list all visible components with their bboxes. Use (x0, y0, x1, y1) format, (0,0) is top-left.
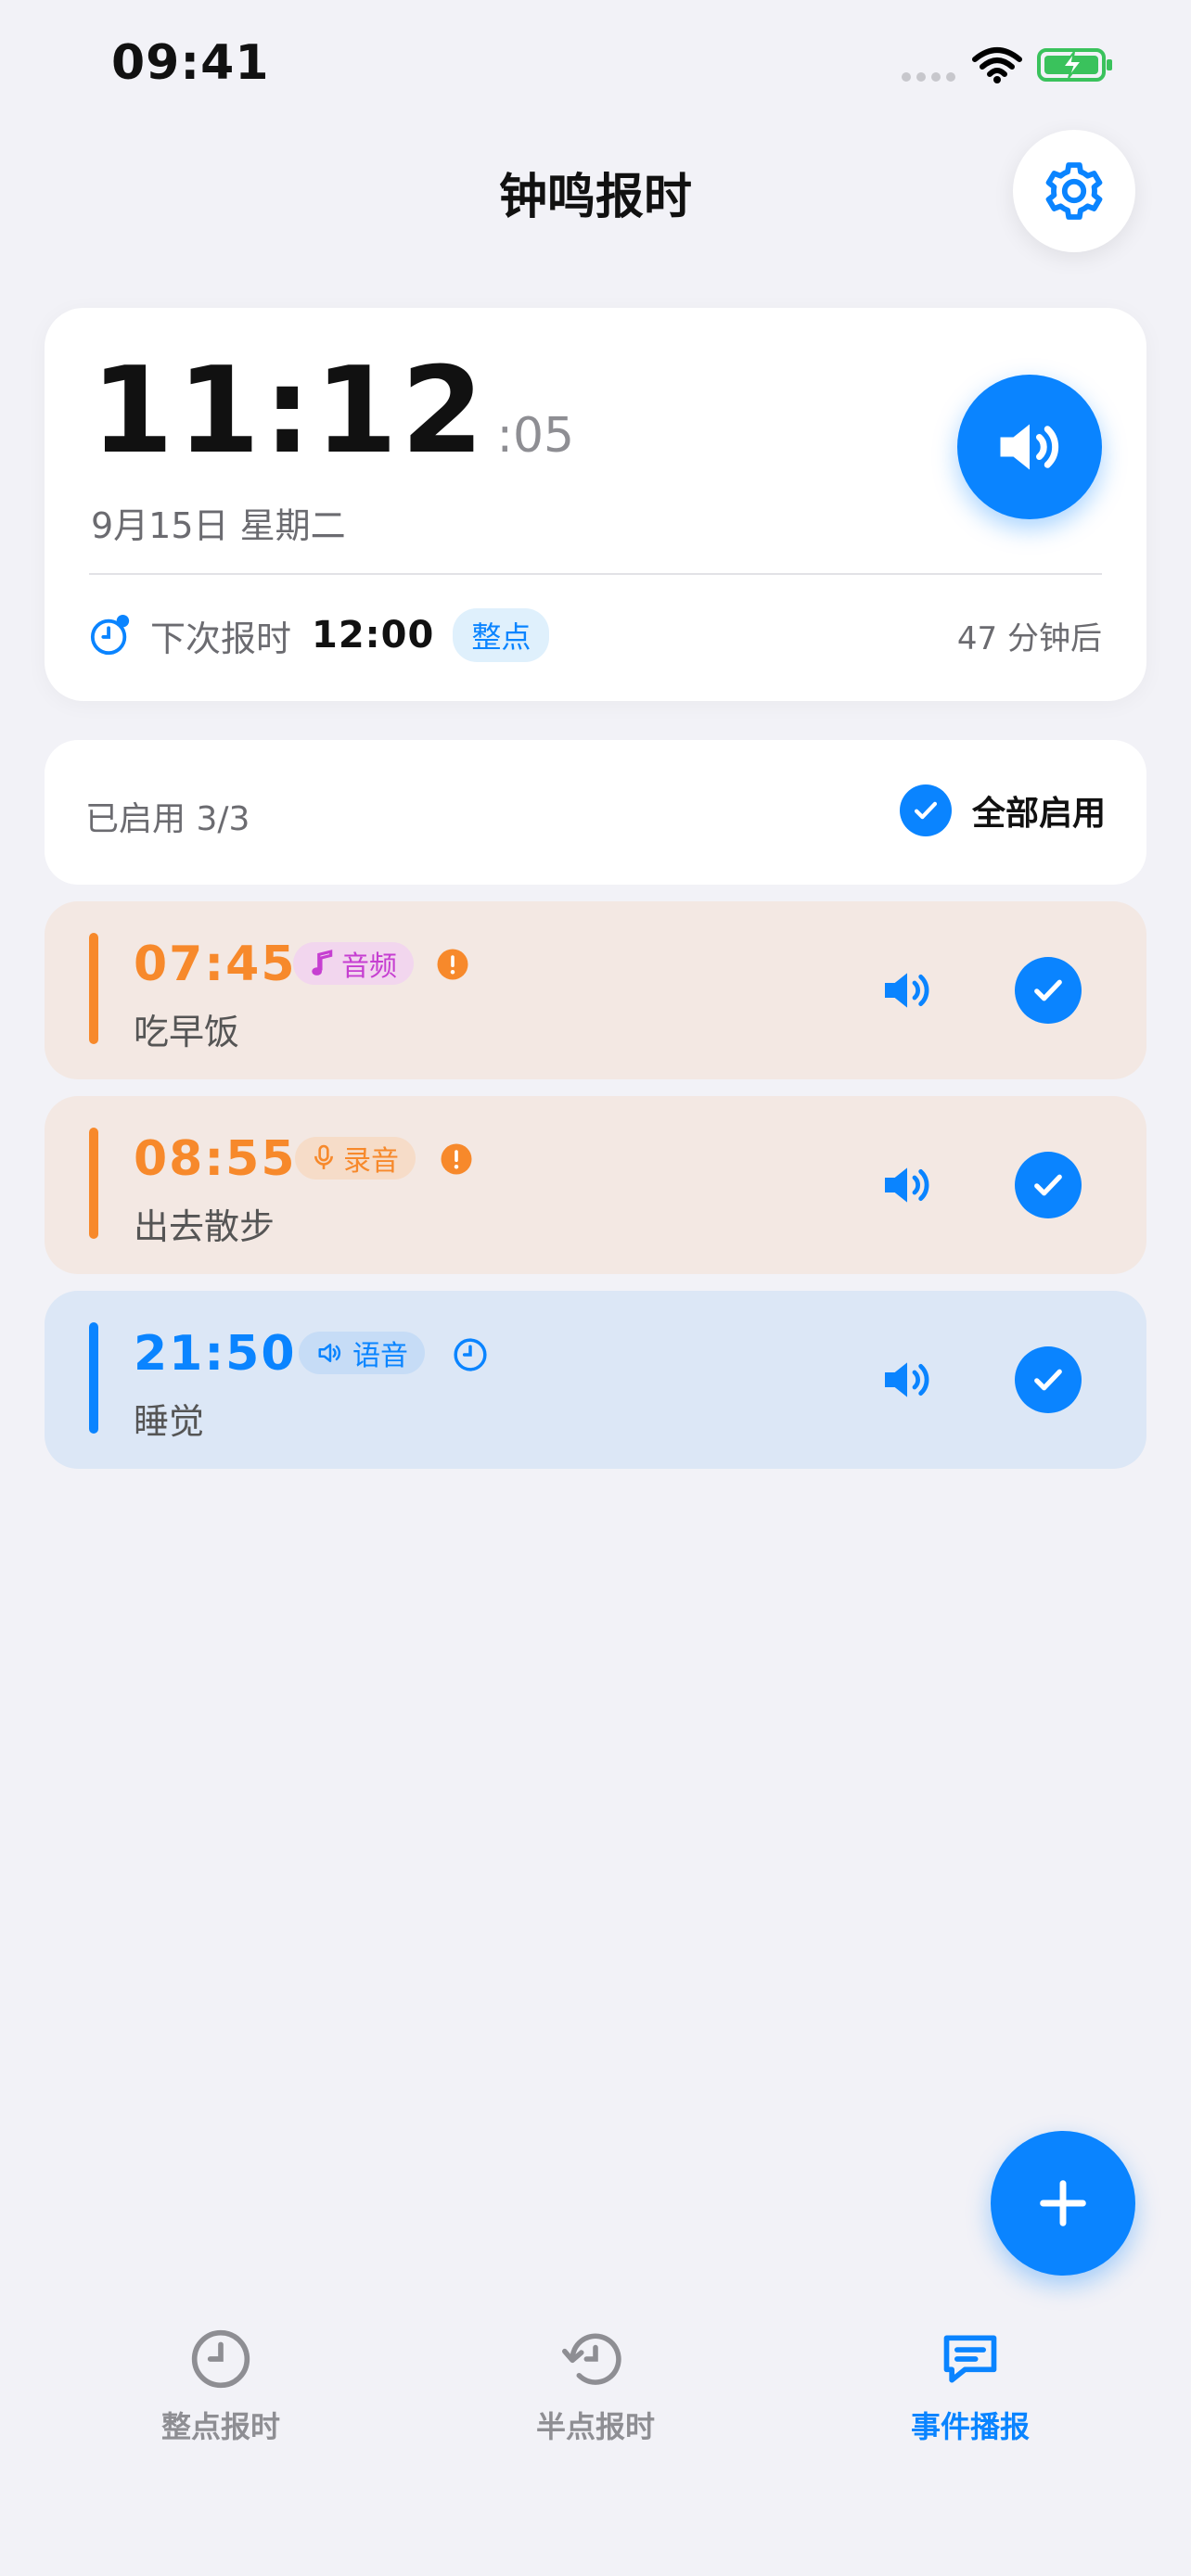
event-time: 07:45 (134, 937, 297, 992)
wifi-icon (972, 47, 1022, 83)
divider (89, 573, 1102, 575)
event-type-label: 语音 (352, 1340, 408, 1372)
tab-label: 事件播报 (910, 2409, 1030, 2444)
event-enabled-checkbox[interactable] (1015, 1152, 1082, 1218)
history-icon (562, 2333, 621, 2385)
tab-bar: 整点报时 半点报时 事件播报 (0, 2327, 1191, 2513)
check-icon (899, 784, 952, 836)
event-time: 08:55 (134, 1131, 297, 1187)
clock-hours-minutes: 11:12 (91, 342, 488, 480)
status-time: 09:41 (111, 35, 270, 91)
event-type-tag: 音频 (293, 942, 414, 985)
current-time: 11:12 :05 (91, 352, 574, 471)
event-type-tag: 录音 (295, 1137, 416, 1180)
event-enabled-checkbox[interactable] (1015, 957, 1082, 1024)
message-icon (943, 2335, 997, 2383)
enabled-count: 已启用 3/3 (85, 800, 250, 838)
event-color-bar (89, 1322, 98, 1434)
event-label: 睡觉 (134, 1401, 205, 1442)
speak-now-button[interactable] (957, 375, 1102, 519)
clock-icon (191, 2329, 250, 2389)
clock-icon (454, 1338, 487, 1371)
enable-all-label: 全部启用 (971, 795, 1106, 833)
music-note-icon (312, 950, 333, 976)
speaker-icon[interactable] (877, 1350, 937, 1409)
tab-events[interactable]: 事件播报 (831, 2327, 1109, 2446)
event-item[interactable]: 21:50 语音 睡觉 (45, 1291, 1146, 1469)
event-label: 吃早饭 (134, 1012, 240, 1052)
tab-half-hour[interactable]: 半点报时 (456, 2327, 735, 2446)
settings-button[interactable] (1013, 130, 1135, 252)
event-time: 21:50 (134, 1326, 297, 1382)
check-icon (1034, 1174, 1062, 1196)
alarm-clock-icon (90, 614, 130, 656)
event-type-tag: 语音 (299, 1332, 425, 1374)
warning-icon (441, 1143, 472, 1175)
add-event-button[interactable] (991, 2131, 1135, 2276)
gear-icon (1045, 162, 1103, 220)
clock-seconds: :05 (496, 408, 575, 464)
speaker-icon[interactable] (877, 961, 937, 1020)
next-label: 下次报时 (150, 618, 292, 659)
enable-all-toggle[interactable]: 全部启用 (899, 784, 1106, 836)
status-bar: 09:41 (0, 0, 1191, 130)
tab-label: 半点报时 (535, 2409, 655, 2444)
event-type-label: 音频 (341, 950, 397, 983)
event-item[interactable]: 07:45 音频 吃早饭 (45, 901, 1146, 1079)
check-icon (1034, 979, 1062, 1001)
event-color-bar (89, 933, 98, 1044)
event-type-label: 录音 (343, 1145, 399, 1178)
battery-charging-icon (1037, 48, 1112, 82)
speaker-outline-icon (318, 1344, 341, 1362)
tab-label: 整点报时 (160, 2409, 280, 2444)
enabled-summary: 已启用 3/3 全部启用 (45, 740, 1146, 885)
next-announcement: 下次报时 12:00 整点 47 分钟后 (89, 603, 1102, 668)
event-enabled-checkbox[interactable] (1015, 1346, 1082, 1413)
speaker-icon[interactable] (877, 1155, 937, 1215)
event-item[interactable]: 08:55 录音 出去散步 (45, 1096, 1146, 1274)
time-remaining: 47 分钟后 (956, 619, 1102, 657)
microphone-icon (314, 1144, 333, 1169)
clock-card: 11:12 :05 9月15日 星期二 下次报时 12:00 整点 47 分钟后 (45, 308, 1146, 701)
plus-icon (1040, 2180, 1086, 2226)
signal-icon (902, 72, 955, 82)
warning-icon (437, 949, 468, 980)
next-time: 12:00 (312, 614, 435, 657)
tab-hourly[interactable]: 整点报时 (82, 2327, 360, 2446)
check-icon (1034, 1369, 1062, 1391)
current-date: 9月15日 星期二 (91, 505, 346, 546)
hourly-badge: 整点 (453, 608, 550, 662)
event-label: 出去散步 (134, 1206, 275, 1247)
app-screen: 09:41 钟鸣报时 11:12 :05 9月15日 星期二 下次报时 12:0… (0, 0, 1191, 2576)
event-color-bar (89, 1128, 98, 1239)
speaker-icon (1000, 424, 1059, 470)
